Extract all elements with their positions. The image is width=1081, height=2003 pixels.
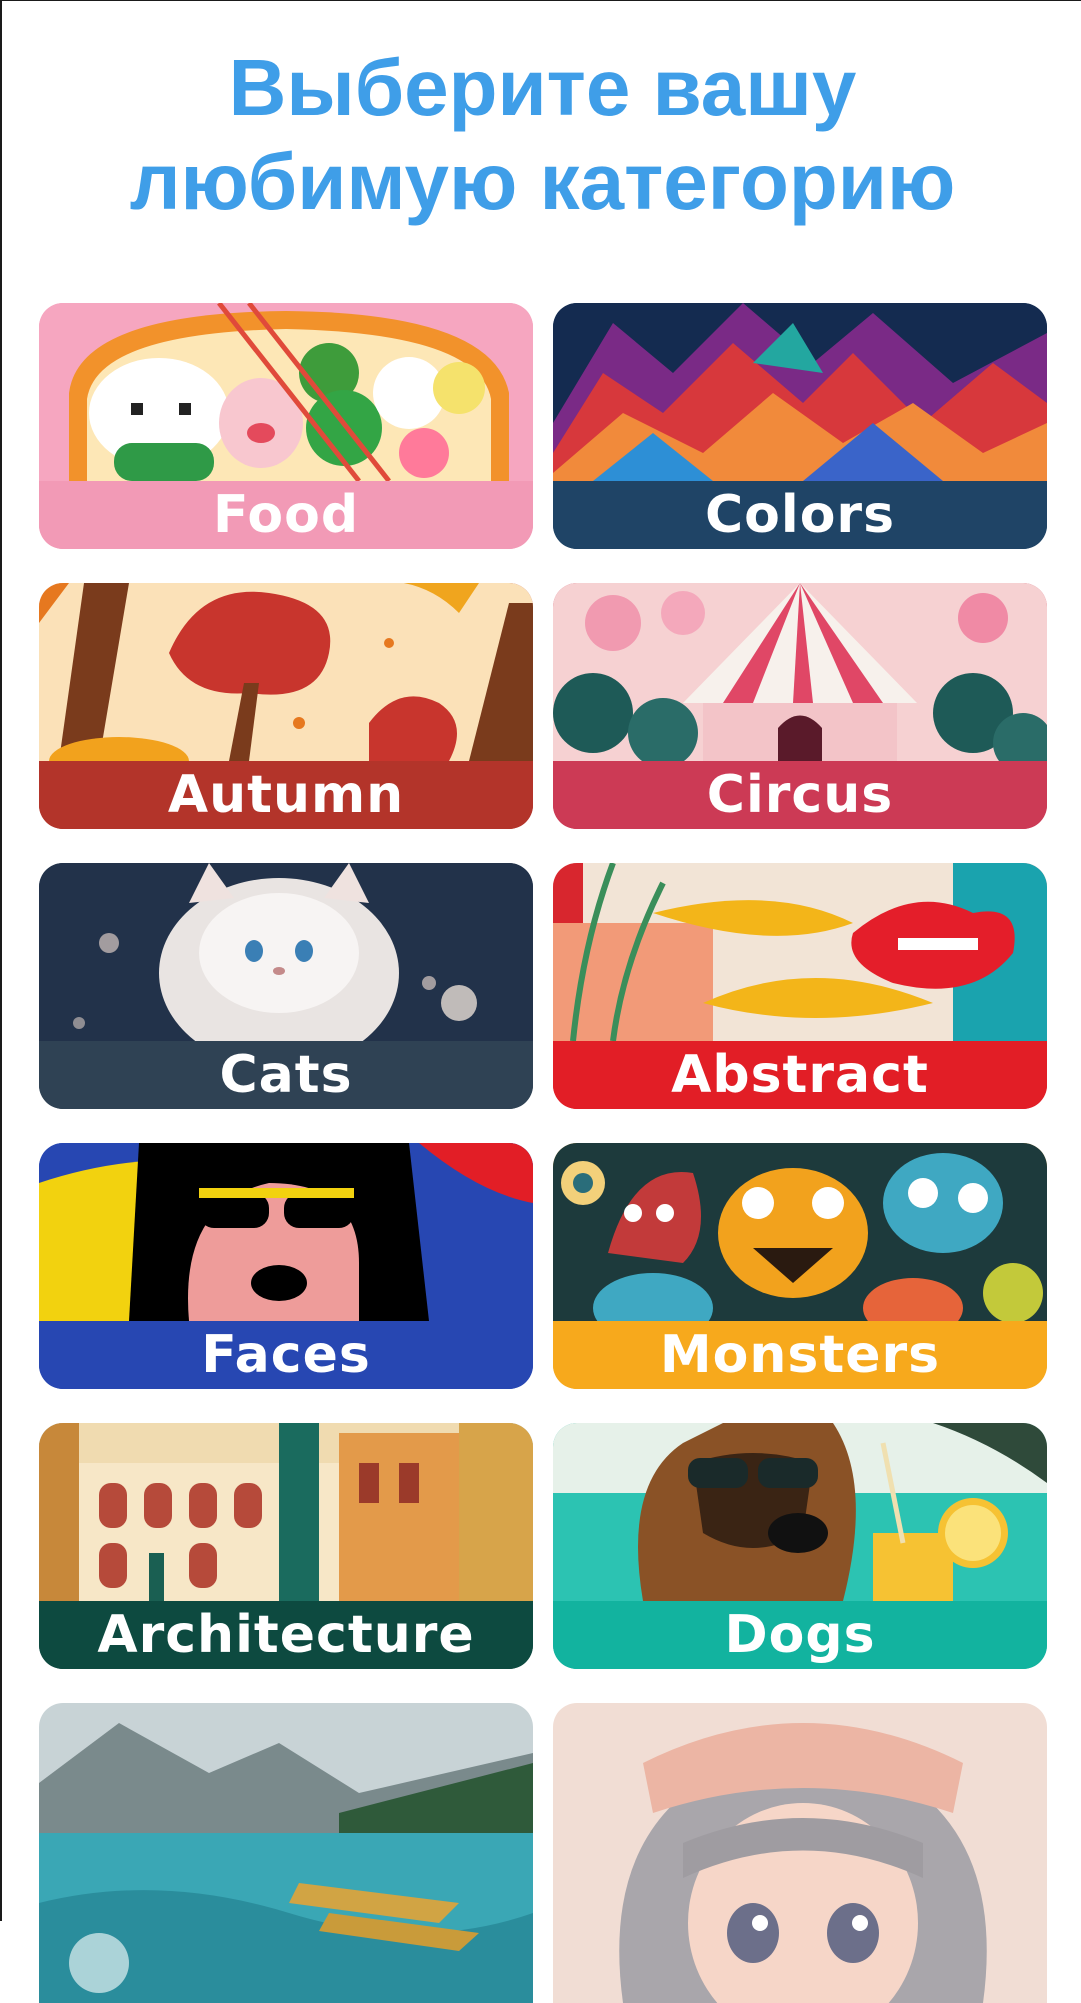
category-label: Abstract [671,1045,929,1105]
category-card-colors[interactable]: Colors [553,303,1047,549]
category-grid: Food Colors Autumn Circus Cats Abstract … [39,303,1047,2003]
anime-image [553,1703,1047,2003]
category-card-architecture[interactable]: Architecture [39,1423,533,1669]
page-title-line-2: любимую категорию [129,137,956,226]
category-card-autumn[interactable]: Autumn [39,583,533,829]
abstract-label-bar: Abstract [553,1041,1047,1109]
category-card-monsters[interactable]: Monsters [553,1143,1047,1389]
monsters-label-bar: Monsters [553,1321,1047,1389]
circus-image [553,583,1047,761]
cats-image [39,863,533,1041]
page-title-line-1: Выберите вашу [228,43,857,132]
category-label: Autumn [167,765,405,825]
category-card-cats[interactable]: Cats [39,863,533,1109]
faces-image [39,1143,533,1321]
abstract-image [553,863,1047,1041]
circus-label-bar: Circus [553,761,1047,829]
category-label: Dogs [724,1605,876,1665]
colors-label-bar: Colors [553,481,1047,549]
architecture-image [39,1423,533,1601]
colors-image [553,303,1047,481]
category-label: Colors [704,485,896,545]
category-card-faces[interactable]: Faces [39,1143,533,1389]
category-label: Faces [201,1325,371,1385]
architecture-label-bar: Architecture [39,1601,533,1669]
category-card-circus[interactable]: Circus [553,583,1047,829]
category-label: Architecture [97,1605,475,1665]
category-card-landscape[interactable] [39,1703,533,2003]
monsters-image [553,1143,1047,1321]
autumn-image [39,583,533,761]
category-label: Circus [706,765,894,825]
category-card-anime[interactable] [553,1703,1047,2003]
category-label: Monsters [659,1325,941,1385]
autumn-label-bar: Autumn [39,761,533,829]
food-label-bar: Food [39,481,533,549]
landscape-image [39,1703,533,2003]
category-card-food[interactable]: Food [39,303,533,549]
category-card-dogs[interactable]: Dogs [553,1423,1047,1669]
category-card-abstract[interactable]: Abstract [553,863,1047,1109]
page-title: Выберите вашу любимую категорию [2,41,1081,229]
cats-label-bar: Cats [39,1041,533,1109]
faces-label-bar: Faces [39,1321,533,1389]
food-image [39,303,533,481]
category-label: Cats [219,1045,353,1105]
category-label: Food [212,485,360,545]
dogs-image [553,1423,1047,1601]
dogs-label-bar: Dogs [553,1601,1047,1669]
